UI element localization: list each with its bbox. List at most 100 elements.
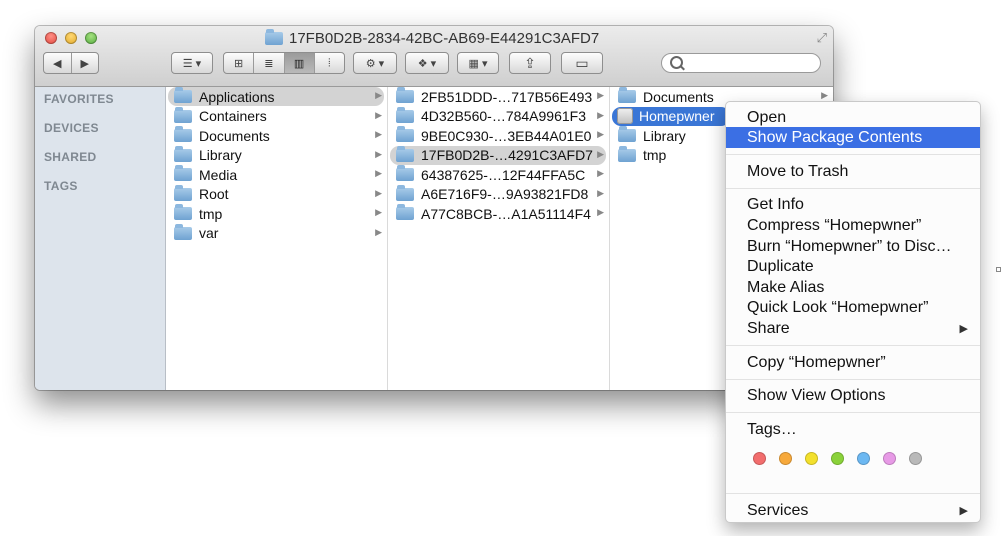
title-bar: 17FB0D2B-2834-42BC-AB69-E44291C3AFD7 ⤢ ◀…	[35, 26, 833, 87]
list-item[interactable]: var ▶	[168, 223, 384, 243]
item-label: var	[199, 225, 219, 241]
menu-item-show-view-options[interactable]: Show View Options	[726, 385, 980, 406]
disclosure-arrow-icon: ▶	[375, 187, 382, 198]
list-view-icon[interactable]: ≣	[254, 53, 285, 73]
menu-item-burn[interactable]: Burn “Homepwner” to Disc…	[726, 236, 980, 257]
disclosure-arrow-icon: ▶	[597, 168, 604, 178]
folder-icon	[174, 126, 192, 142]
tag-button[interactable]: ▭	[561, 52, 603, 74]
dropbox-button[interactable]: ❖ ▾	[405, 52, 449, 74]
item-label: Documents	[199, 127, 270, 144]
list-item[interactable]: Containers ▶	[168, 106, 384, 126]
finder-window: 17FB0D2B-2834-42BC-AB69-E44291C3AFD7 ⤢ ◀…	[35, 26, 833, 390]
folder-icon	[618, 145, 636, 162]
tag-color-dot[interactable]	[857, 452, 870, 465]
item-label: Documents	[643, 88, 714, 105]
item-label: Applications	[199, 88, 275, 105]
menu-item-compress[interactable]: Compress “Homepwner”	[726, 215, 980, 236]
disclosure-arrow-icon: ▶	[821, 90, 828, 100]
column-1: Applications ▶ Containers ▶ Documents ▶ Lib…	[166, 87, 388, 390]
menu-item-get-info[interactable]: Get Info	[726, 194, 980, 215]
fullscreen-icon[interactable]: ⤢	[817, 30, 827, 46]
back-icon[interactable]: ◀	[44, 53, 72, 73]
sidebar-heading-tags[interactable]: TAGS	[44, 179, 78, 193]
list-item[interactable]: A6E716F9-…9A93821FD8 ▶	[390, 184, 606, 204]
tag-color-dot[interactable]	[909, 452, 922, 465]
menu-item-label: Share	[747, 319, 790, 337]
sidebar-heading-favorites[interactable]: FAVORITES	[44, 92, 114, 106]
icon-view-icon[interactable]: ⊞	[224, 53, 255, 73]
folder-icon	[396, 184, 414, 201]
list-item[interactable]: 17FB0D2B-…4291C3AFD7 ▶	[390, 145, 606, 165]
folder-icon	[174, 165, 192, 181]
menu-separator	[726, 154, 980, 155]
item-label: 9BE0C930-…3EB44A01E0	[421, 127, 592, 144]
share-button[interactable]: ⇪	[509, 52, 551, 74]
close-button[interactable]	[45, 32, 57, 44]
list-item[interactable]: 2FB51DDD-…717B56E493 ▶	[390, 87, 606, 106]
item-label: A6E716F9-…9A93821FD8	[421, 186, 589, 202]
item-label: A77C8BCB-…A1A51114F4	[421, 205, 591, 222]
action-button[interactable]: ⚙ ▾	[353, 52, 397, 74]
list-item[interactable]: 64387625-…12F44FFA5C ▶	[390, 165, 606, 184]
search-input[interactable]	[661, 53, 821, 73]
folder-icon	[265, 28, 283, 45]
disclosure-arrow-icon: ▶	[597, 129, 604, 139]
item-label: Containers	[199, 108, 267, 124]
cover-flow-icon[interactable]: ⦙	[315, 53, 344, 73]
group-button[interactable]: ▦ ▾	[457, 52, 499, 74]
list-item[interactable]: Documents ▶	[168, 126, 384, 145]
sidebar-heading-devices[interactable]: DEVICES	[44, 121, 99, 135]
menu-item-quick-look[interactable]: Quick Look “Homepwner”	[726, 297, 980, 318]
sidebar-heading-shared[interactable]: SHARED	[44, 150, 96, 164]
list-item[interactable]: tmp ▶	[168, 204, 384, 223]
menu-separator	[726, 493, 980, 494]
menu-item-move-to-trash[interactable]: Move to Trash	[726, 161, 980, 182]
window-title: 17FB0D2B-2834-42BC-AB69-E44291C3AFD7	[265, 28, 600, 47]
view-mode-control: ⊞ ≣ ▥ ⦙	[223, 52, 345, 74]
folder-icon	[396, 145, 414, 162]
item-label: tmp	[643, 147, 667, 163]
menu-item-make-alias[interactable]: Make Alias	[726, 277, 980, 298]
menu-item-copy[interactable]: Copy “Homepwner”	[726, 352, 980, 373]
menu-item-tags[interactable]: Tags…	[726, 419, 980, 440]
list-item[interactable]: 4D32B560-…784A9961F3 ▶	[390, 106, 606, 126]
folder-icon	[618, 126, 636, 142]
list-item[interactable]: Library ▶	[168, 145, 384, 165]
list-item[interactable]: 9BE0C930-…3EB44A01E0 ▶	[390, 126, 606, 145]
folder-icon	[174, 223, 192, 240]
tag-color-dot[interactable]	[883, 452, 896, 465]
menu-item-duplicate[interactable]: Duplicate	[726, 256, 980, 277]
list-item[interactable]: Applications ▶	[168, 87, 384, 106]
menu-item-services[interactable]: Services ▶	[726, 500, 980, 521]
disclosure-arrow-icon: ▶	[597, 109, 604, 120]
item-label: 4D32B560-…784A9961F3	[421, 108, 587, 124]
column-view-icon[interactable]: ▥	[284, 53, 315, 73]
window-title-text: 17FB0D2B-2834-42BC-AB69-E44291C3AFD7	[289, 29, 600, 47]
search-icon	[670, 56, 683, 69]
tag-color-dot[interactable]	[831, 452, 844, 465]
minimize-button[interactable]	[65, 32, 77, 44]
list-item[interactable]: Root ▶	[168, 184, 384, 204]
disclosure-arrow-icon: ▶	[597, 148, 604, 159]
app-icon	[617, 108, 633, 124]
tag-color-dot[interactable]	[779, 452, 792, 465]
disclosure-arrow-icon: ▶	[375, 109, 382, 120]
zoom-button[interactable]	[85, 32, 97, 44]
list-item[interactable]: A77C8BCB-…A1A51114F4 ▶	[390, 204, 606, 223]
list-item[interactable]: Homepwner	[612, 106, 730, 126]
menu-separator	[726, 412, 980, 413]
menu-item-open[interactable]: Open	[726, 107, 980, 128]
tag-color-dot[interactable]	[805, 452, 818, 465]
back-forward-control: ◀ ▶	[43, 52, 99, 74]
arrange-button[interactable]: ☰ ▾	[171, 52, 213, 74]
item-label: tmp	[199, 205, 223, 222]
folder-icon	[174, 204, 192, 220]
tag-color-dot[interactable]	[753, 452, 766, 465]
menu-item-share[interactable]: Share ▶	[726, 318, 980, 339]
menu-item-show-package-contents[interactable]: Show Package Contents	[726, 127, 980, 148]
item-label: Root	[199, 186, 229, 202]
forward-icon[interactable]: ▶	[72, 53, 99, 73]
disclosure-arrow-icon: ▶	[597, 187, 604, 198]
list-item[interactable]: Media ▶	[168, 165, 384, 184]
